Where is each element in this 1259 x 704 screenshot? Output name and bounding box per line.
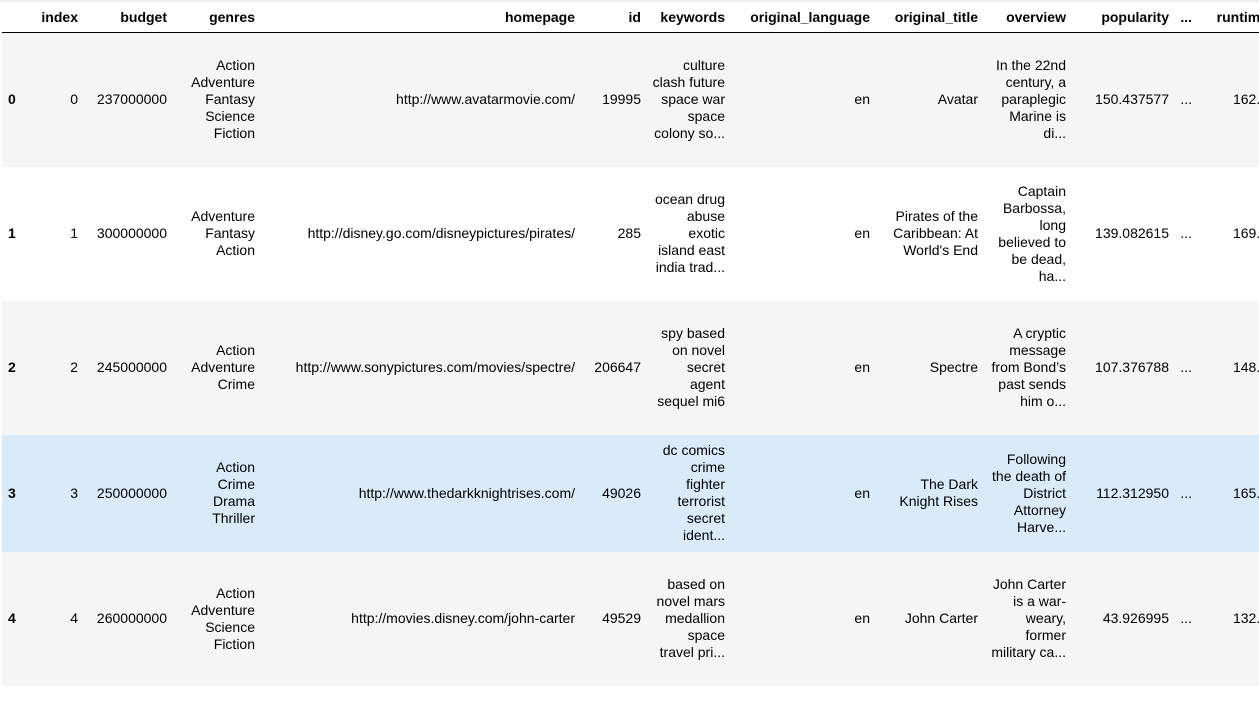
cell-genres: Action Adventure Crime bbox=[172, 300, 260, 435]
cell-id: 49529 bbox=[580, 551, 646, 686]
cell-budget: 250000000 bbox=[83, 434, 172, 552]
cell-id: 19995 bbox=[580, 32, 646, 167]
header-row: index budget genres homepage id keywords… bbox=[2, 3, 1259, 33]
cell-id: 285 bbox=[580, 166, 646, 301]
cell-overview: John Carter is a war-weary, former milit… bbox=[983, 551, 1071, 686]
cell-original-language: en bbox=[730, 551, 875, 686]
cell-popularity: 43.926995 bbox=[1071, 551, 1174, 686]
col-header-budget: budget bbox=[83, 3, 172, 33]
cell-index: 2 bbox=[27, 300, 83, 435]
table-row: 4 4 260000000 Action Adventure Science F… bbox=[2, 551, 1259, 686]
cell-keywords: spy based on novel secret agent sequel m… bbox=[646, 300, 730, 435]
cell-ellipsis: ... bbox=[1174, 434, 1197, 552]
cell-overview: Captain Barbossa, long believed to be de… bbox=[983, 166, 1071, 301]
col-header-keywords: keywords bbox=[646, 3, 730, 33]
row-index-label: 3 bbox=[2, 434, 27, 552]
col-header-index: index bbox=[27, 3, 83, 33]
cell-budget: 300000000 bbox=[83, 166, 172, 301]
cell-original-language: en bbox=[730, 32, 875, 167]
cell-runtime: 148.0 bbox=[1197, 300, 1259, 435]
col-header-overview: overview bbox=[983, 3, 1071, 33]
cell-popularity: 107.376788 bbox=[1071, 300, 1174, 435]
cell-ellipsis: ... bbox=[1174, 300, 1197, 435]
cell-id: 206647 bbox=[580, 300, 646, 435]
dataframe-table: index budget genres homepage id keywords… bbox=[2, 3, 1259, 686]
table-row: 3 3 250000000 Action Crime Drama Thrille… bbox=[2, 434, 1259, 552]
cell-original-title: Pirates of the Caribbean: At World's End bbox=[875, 166, 983, 301]
top-divider bbox=[0, 0, 1259, 2]
col-header-homepage: homepage bbox=[260, 3, 580, 33]
cell-original-title: The Dark Knight Rises bbox=[875, 434, 983, 552]
cell-runtime: 165.0 bbox=[1197, 434, 1259, 552]
cell-runtime: 169.0 bbox=[1197, 166, 1259, 301]
row-index-label: 4 bbox=[2, 551, 27, 686]
cell-keywords: culture clash future space war space col… bbox=[646, 32, 730, 167]
cell-runtime: 132.0 bbox=[1197, 551, 1259, 686]
cell-keywords: based on novel mars medallion space trav… bbox=[646, 551, 730, 686]
cell-original-language: en bbox=[730, 300, 875, 435]
cell-homepage: http://www.thedarkknightrises.com/ bbox=[260, 434, 580, 552]
cell-popularity: 139.082615 bbox=[1071, 166, 1174, 301]
cell-original-language: en bbox=[730, 166, 875, 301]
cell-homepage: http://www.avatarmovie.com/ bbox=[260, 32, 580, 167]
cell-genres: Action Crime Drama Thriller bbox=[172, 434, 260, 552]
cell-overview: In the 22nd century, a paraplegic Marine… bbox=[983, 32, 1071, 167]
cell-keywords: ocean drug abuse exotic island east indi… bbox=[646, 166, 730, 301]
cell-ellipsis: ... bbox=[1174, 551, 1197, 686]
col-header-popularity: popularity bbox=[1071, 3, 1174, 33]
row-index-label: 0 bbox=[2, 32, 27, 167]
table-row: 0 0 237000000 Action Adventure Fantasy S… bbox=[2, 32, 1259, 167]
cell-index: 3 bbox=[27, 434, 83, 552]
cell-popularity: 112.312950 bbox=[1071, 434, 1174, 552]
cell-overview: A cryptic message from Bond’s past sends… bbox=[983, 300, 1071, 435]
cell-original-language: en bbox=[730, 434, 875, 552]
row-index-label: 2 bbox=[2, 300, 27, 435]
table-row: 1 1 300000000 Adventure Fantasy Action h… bbox=[2, 166, 1259, 301]
cell-index: 4 bbox=[27, 551, 83, 686]
cell-original-title: Spectre bbox=[875, 300, 983, 435]
cell-id: 49026 bbox=[580, 434, 646, 552]
col-header-ellipsis: ... bbox=[1174, 3, 1197, 33]
col-header-original-language: original_language bbox=[730, 3, 875, 33]
cell-original-title: John Carter bbox=[875, 551, 983, 686]
cell-keywords: dc comics crime fighter terrorist secret… bbox=[646, 434, 730, 552]
row-index-label: 1 bbox=[2, 166, 27, 301]
cell-budget: 237000000 bbox=[83, 32, 172, 167]
cell-budget: 260000000 bbox=[83, 551, 172, 686]
col-header-runtime: runtime bbox=[1197, 3, 1259, 33]
cell-ellipsis: ... bbox=[1174, 166, 1197, 301]
col-header-row-index bbox=[2, 3, 27, 33]
cell-genres: Action Adventure Science Fiction bbox=[172, 551, 260, 686]
cell-homepage: http://www.sonypictures.com/movies/spect… bbox=[260, 300, 580, 435]
cell-genres: Action Adventure Fantasy Science Fiction bbox=[172, 32, 260, 167]
cell-original-title: Avatar bbox=[875, 32, 983, 167]
cell-genres: Adventure Fantasy Action bbox=[172, 166, 260, 301]
col-header-genres: genres bbox=[172, 3, 260, 33]
cell-popularity: 150.437577 bbox=[1071, 32, 1174, 167]
cell-homepage: http://disney.go.com/disneypictures/pira… bbox=[260, 166, 580, 301]
cell-index: 1 bbox=[27, 166, 83, 301]
col-header-id: id bbox=[580, 3, 646, 33]
cell-runtime: 162.0 bbox=[1197, 32, 1259, 167]
cell-budget: 245000000 bbox=[83, 300, 172, 435]
col-header-original-title: original_title bbox=[875, 3, 983, 33]
cell-homepage: http://movies.disney.com/john-carter bbox=[260, 551, 580, 686]
cell-index: 0 bbox=[27, 32, 83, 167]
table-row: 2 2 245000000 Action Adventure Crime htt… bbox=[2, 300, 1259, 435]
cell-ellipsis: ... bbox=[1174, 32, 1197, 167]
cell-overview: Following the death of District Attorney… bbox=[983, 434, 1071, 552]
